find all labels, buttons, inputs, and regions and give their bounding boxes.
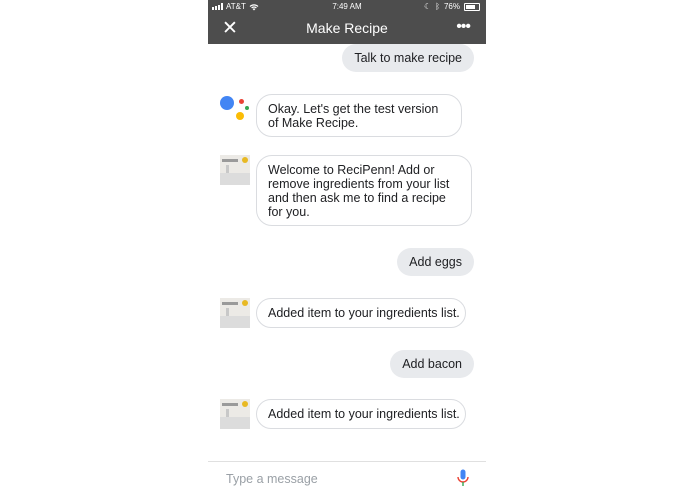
status-right: ☾ ᛒ 76%: [424, 2, 480, 11]
message-input[interactable]: [224, 468, 448, 490]
google-assistant-logo: [220, 96, 250, 126]
moon-icon: ☾: [424, 2, 432, 11]
more-horizontal-icon[interactable]: •••: [456, 16, 471, 38]
user-message: Add bacon: [390, 350, 474, 378]
bluetooth-icon: ᛒ: [435, 2, 440, 11]
phone-screen: AT&T 7:49 AM ☾ ᛒ 76% ✕ Make Recipe ••• T…: [208, 0, 486, 494]
battery-percent: 76%: [443, 2, 460, 11]
assistant-message: Okay. Let's get the test version of Make…: [256, 94, 462, 137]
composer: [208, 461, 486, 494]
status-bar: AT&T 7:49 AM ☾ ᛒ 76%: [208, 0, 486, 14]
user-message: Talk to make recipe: [342, 44, 474, 72]
app-avatar-image: [220, 399, 250, 429]
app-message: Added item to your ingredients list.: [256, 298, 466, 328]
app-bar: ✕ Make Recipe •••: [208, 14, 486, 44]
app-message: Welcome to ReciPenn! Add or remove ingre…: [256, 155, 472, 226]
microphone-icon[interactable]: [456, 469, 470, 487]
user-message: Add eggs: [397, 248, 474, 276]
battery-icon: [464, 2, 480, 11]
app-avatar-image: [220, 298, 250, 328]
app-title: Make Recipe: [306, 20, 388, 36]
app-message: Added item to your ingredients list.: [256, 399, 466, 429]
app-avatar-image: [220, 155, 250, 185]
